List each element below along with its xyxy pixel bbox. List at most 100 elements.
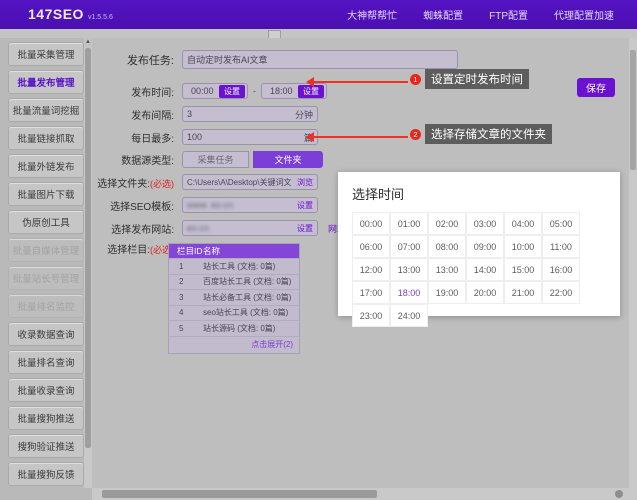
nav-item-spider-config[interactable]: 蜘蛛配置 [410,7,476,22]
sidebar-item-index-query[interactable]: 批量收录查询 [8,378,84,402]
start-time-value: 00:00 [187,86,214,96]
time-cell[interactable]: 21:00 [504,281,542,304]
folder-label: 选择文件夹:(必选) [92,175,182,190]
folder-path-input[interactable]: C:\Users\A\Desktop\关键词文 浏览 [182,174,318,190]
save-button[interactable]: 保存 [577,78,615,97]
column-table-header: 栏目ID 名称 [169,244,299,258]
time-cell[interactable]: 13:00 [428,258,466,281]
publish-site-label: 选择发布网站: [92,221,182,236]
time-picker-title: 选择时间 [352,184,404,203]
time-cell[interactable]: 16:00 [542,258,580,281]
folder-path-value: C:\Users\A\Desktop\关键词文 [187,177,297,188]
table-row[interactable]: 1 站长工具 (文档: 0篇) [169,258,299,274]
daily-max-input[interactable]: 100 篇 [182,129,318,145]
folder-required-mark: (必选) [150,179,174,189]
table-row[interactable]: 2 百度站长工具 (文档: 0篇) [169,274,299,290]
row-id: 1 [169,262,203,271]
nav-item-helper[interactable]: 大神帮帮忙 [334,7,410,22]
time-cell[interactable]: 08:00 [428,235,466,258]
publish-task-input[interactable]: 自动定时发布AI文章 [182,50,458,69]
publish-site-value: eo.cn [187,223,297,233]
time-cell[interactable]: 17:00 [352,281,390,304]
sidebar-item-publish[interactable]: 批量发布管理 [8,70,84,94]
time-cell[interactable]: 00:00 [352,212,390,235]
sidebar-item-sogou-feedback[interactable]: 批量搜狗反馈 [8,462,84,486]
row-name: 站长源码 (文档: 0篇) [203,323,275,334]
publish-interval-input[interactable]: 3 分钟 [182,106,318,122]
sidebar-item-collect[interactable]: 批量采集管理 [8,42,84,66]
time-cell-selected[interactable]: 18:00 [390,281,428,304]
sidebar-item-index-data-query[interactable]: 收录数据查询 [8,322,84,346]
row-name: 站长工具 (文档: 0篇) [203,261,275,272]
time-cell[interactable]: 24:00 [390,304,428,327]
sidebar-item-outlink-publish[interactable]: 批量外链发布 [8,154,84,178]
row-id: 5 [169,324,203,333]
time-cell[interactable]: 14:00 [466,258,504,281]
sidebar-item-media-manage: 批量自媒体管理 [8,238,84,262]
seo-template-value: www. eo.cn [187,200,297,210]
folder-browse-button[interactable]: 浏览 [297,177,313,188]
sidebar-item-rank-query[interactable]: 批量排名查询 [8,350,84,374]
time-cell[interactable]: 15:00 [504,258,542,281]
start-time-input[interactable]: 00:00 设置 [182,83,248,99]
time-cell[interactable]: 05:00 [542,212,580,235]
seo-template-input[interactable]: www. eo.cn 设置 [182,197,318,213]
table-row[interactable]: 5 站长源码 (文档: 0篇) [169,320,299,336]
time-cell[interactable]: 02:00 [428,212,466,235]
time-cell[interactable]: 06:00 [352,235,390,258]
time-cell[interactable]: 04:00 [504,212,542,235]
time-cell[interactable]: 07:00 [390,235,428,258]
time-cell[interactable]: 09:00 [466,235,504,258]
row-name: seo站长工具 (文档: 0篇) [203,307,288,318]
publish-site-input[interactable]: eo.cn 设置 [182,220,318,236]
time-picker-popup: 选择时间 00:00 01:00 02:00 03:00 04:00 05:00… [338,172,620,316]
nav-item-proxy-config[interactable]: 代理配置加速 [541,7,627,22]
scroll-up-arrow-icon[interactable]: ▲ [84,38,92,47]
time-cell[interactable]: 03:00 [466,212,504,235]
column-table-expand-button[interactable]: 点击展开(2) [169,336,299,353]
time-cell[interactable]: 12:00 [352,258,390,281]
sidebar-item-link-grab[interactable]: 批量链接抓取 [8,126,84,150]
time-cell[interactable]: 20:00 [466,281,504,304]
annotation-1: 1 设置定时发布时间 [410,69,529,89]
time-cell[interactable]: 13:00 [390,258,428,281]
sidebar-item-sogou-push[interactable]: 批量搜狗推送 [8,406,84,430]
horizontal-scroll-thumb[interactable] [102,490,377,498]
brand-version: v1.5.5.6 [88,14,113,21]
time-cell[interactable]: 01:00 [390,212,428,235]
main-vertical-scrollbar[interactable] [629,38,637,493]
seo-template-row: 选择SEO模板: www. eo.cn 设置 [92,197,318,213]
horizontal-scroll-marker[interactable] [615,490,623,498]
time-cell[interactable]: 23:00 [352,304,390,327]
sidebar-scroll-thumb[interactable] [85,48,91,448]
horizontal-scrollbar[interactable] [92,488,637,500]
start-time-set-button[interactable]: 设置 [219,85,245,98]
sidebar-item-image-download[interactable]: 批量图片下载 [8,182,84,206]
main-scroll-thumb[interactable] [630,50,636,170]
sidebar-item-keyword-mining[interactable]: 批量流量词挖掘 [8,98,84,122]
nav-item-ftp-config[interactable]: FTP配置 [476,7,541,22]
daily-max-label: 每日最多: [92,130,182,145]
table-row[interactable]: 3 站长必备工具 (文档: 0篇) [169,289,299,305]
bottom-left-strip [0,488,92,500]
source-option-folder[interactable]: 文件夹 [253,151,323,168]
time-cell[interactable]: 22:00 [542,281,580,304]
column-table: 栏目ID 名称 1 站长工具 (文档: 0篇) 2 百度站长工具 (文档: 0篇… [168,243,300,354]
row-id: 3 [169,293,203,302]
time-cell[interactable]: 11:00 [542,235,580,258]
publish-interval-label: 发布间隔: [92,107,182,122]
time-cell[interactable]: 19:00 [428,281,466,304]
end-time-input[interactable]: 18:00 设置 [261,83,327,99]
folder-row: 选择文件夹:(必选) C:\Users\A\Desktop\关键词文 浏览 [92,174,318,190]
publish-site-set-button[interactable]: 设置 [297,223,313,234]
sidebar-item-sogou-verify-push[interactable]: 搜狗验证推送 [8,434,84,458]
annotation-2-number: 2 [410,129,421,140]
annotation-2: 2 选择存储文章的文件夹 [410,124,552,144]
sidebar-item-rewrite-tool[interactable]: 伪原创工具 [8,210,84,234]
seo-template-set-button[interactable]: 设置 [297,200,313,211]
time-cell[interactable]: 10:00 [504,235,542,258]
sidebar-scrollbar[interactable]: ▲ ▼ [84,38,92,500]
publish-task-label: 发布任务: [92,52,182,68]
table-row[interactable]: 4 seo站长工具 (文档: 0篇) [169,305,299,321]
source-option-collect-task[interactable]: 采集任务 [182,151,249,168]
